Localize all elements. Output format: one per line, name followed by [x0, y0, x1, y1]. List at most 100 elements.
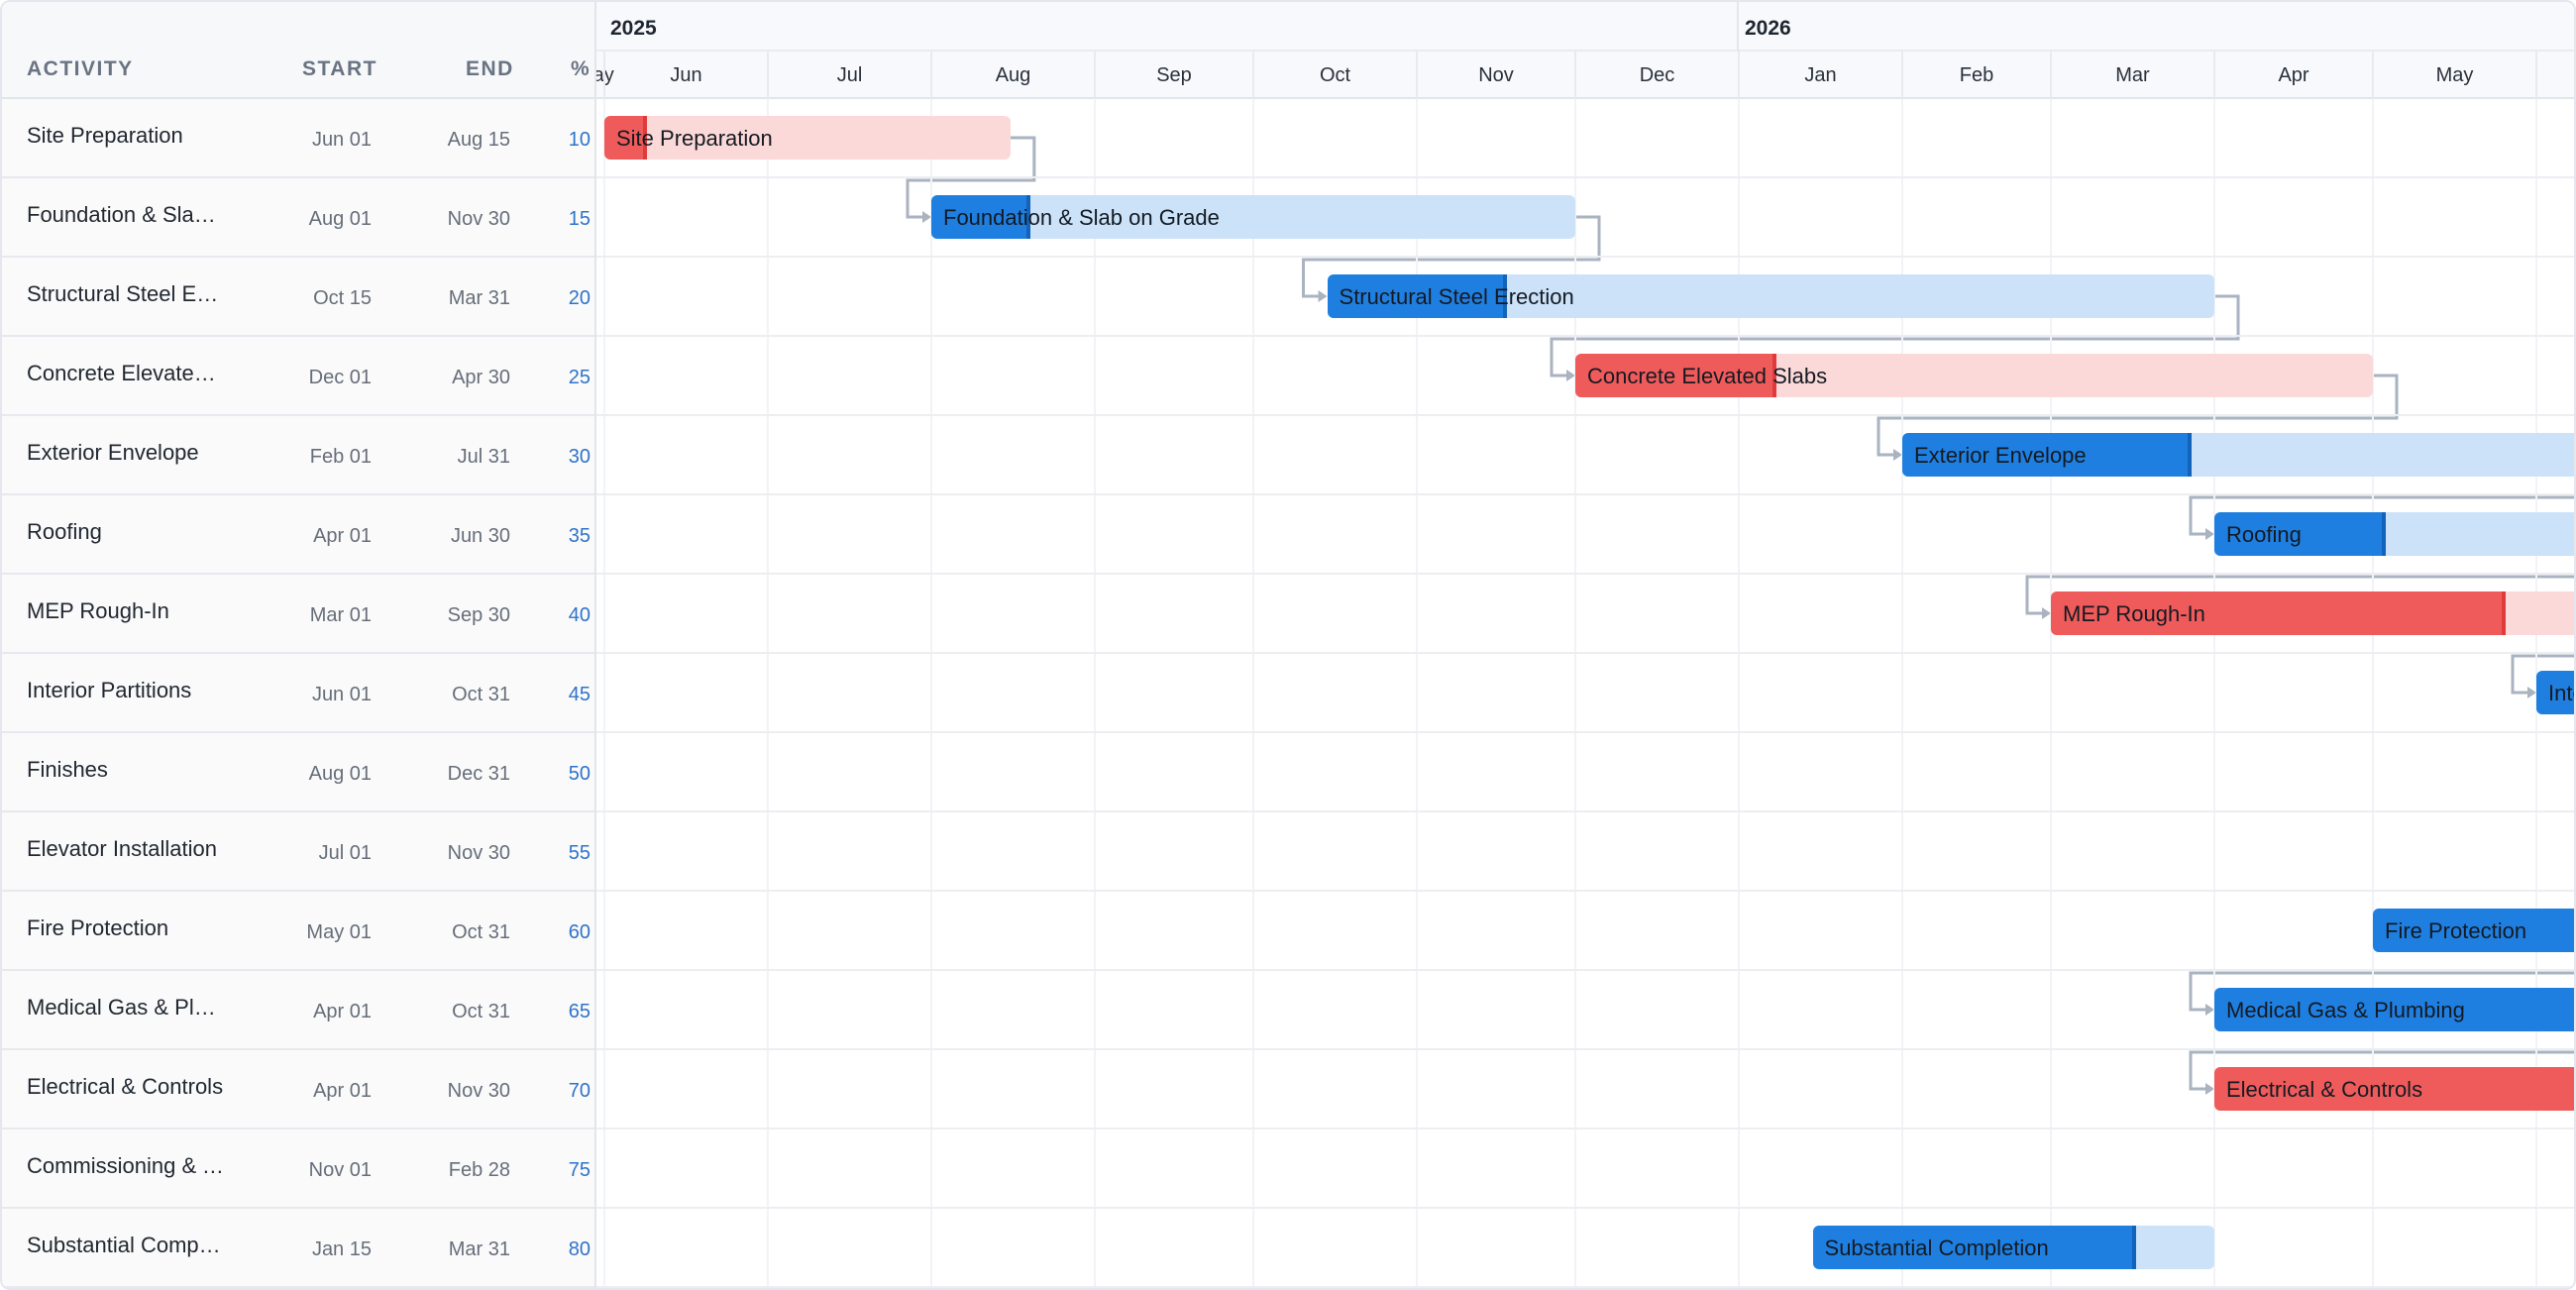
- progress-handle[interactable]: [2187, 433, 2192, 477]
- progress-handle[interactable]: [2131, 1226, 2136, 1269]
- task-bar[interactable]: Electrical & Controls: [2214, 1067, 2574, 1111]
- table-row[interactable]: Elevator Installation Jul 01 Nov 30 55: [2, 812, 594, 892]
- column-header-percent[interactable]: %: [571, 57, 590, 81]
- task-bar[interactable]: MEP Rough-In: [2051, 591, 2574, 635]
- percent-complete-cell: 40: [568, 604, 590, 626]
- grid-horizontal-line: [596, 1128, 2574, 1129]
- table-row[interactable]: Finishes Aug 01 Dec 31 50: [2, 733, 594, 812]
- gantt-app: ACTIVITY START END % Site Preparation Jun…: [0, 0, 2576, 1290]
- dependency-arrowhead: [1318, 290, 1328, 302]
- activity-name-cell: MEP Rough-In: [27, 598, 169, 623]
- grid-horizontal-line: [596, 810, 2574, 812]
- start-date-cell: Nov 01: [308, 1159, 372, 1181]
- task-bar-label: Roofing: [2226, 522, 2302, 547]
- end-date-cell: Nov 30: [447, 842, 510, 864]
- end-date-cell: Apr 30: [452, 367, 510, 388]
- activity-name-cell: Finishes: [27, 757, 108, 782]
- grid-horizontal-line: [596, 335, 2574, 337]
- task-bar[interactable]: Fire Protection: [2373, 909, 2574, 952]
- table-row[interactable]: Fire Protection May 01 Oct 31 60: [2, 892, 594, 971]
- table-row[interactable]: Structural Steel Ere… Oct 15 Mar 31 20: [2, 258, 594, 337]
- activity-name-cell: Electrical & Controls: [27, 1074, 224, 1099]
- month-separator: [2535, 52, 2537, 99]
- grid-horizontal-line: [596, 652, 2574, 654]
- table-row[interactable]: Commissioning & T… Nov 01 Feb 28 75: [2, 1129, 594, 1209]
- start-date-cell: Mar 01: [309, 604, 372, 626]
- activity-grid: ACTIVITY START END % Site Preparation Jun…: [2, 2, 596, 1288]
- task-bar[interactable]: Structural Steel Erection: [1327, 274, 2214, 318]
- end-date-cell: Sep 30: [447, 604, 510, 626]
- percent-complete-cell: 70: [568, 1080, 590, 1102]
- task-bar[interactable]: Interior Partitions: [2536, 671, 2574, 714]
- grid-horizontal-line: [596, 493, 2574, 495]
- percent-complete-cell: 80: [568, 1238, 590, 1260]
- task-bar[interactable]: Exterior Envelope: [1902, 433, 2574, 477]
- task-bar-label: Electrical & Controls: [2226, 1077, 2423, 1102]
- percent-complete-cell: 45: [568, 684, 590, 705]
- start-date-cell: Jun 01: [311, 684, 372, 705]
- grid-horizontal-line: [596, 1207, 2574, 1209]
- month-label: Jul: [836, 64, 863, 86]
- activity-name-cell: Commissioning & T…: [27, 1153, 225, 1178]
- task-bar-label: Fire Protection: [2385, 918, 2527, 943]
- table-row[interactable]: Electrical & Controls Apr 01 Nov 30 70: [2, 1050, 594, 1129]
- progress-handle[interactable]: [2501, 591, 2506, 635]
- end-date-cell: Mar 31: [448, 1238, 510, 1260]
- table-row[interactable]: Exterior Envelope Feb 01 Jul 31 30: [2, 416, 594, 495]
- grid-horizontal-line: [596, 890, 2574, 892]
- activity-name-cell: Foundation & Slab …: [27, 202, 225, 227]
- grid-horizontal-line: [596, 414, 2574, 416]
- column-header-start[interactable]: START: [302, 57, 377, 81]
- table-row[interactable]: Medical Gas & Plu… Apr 01 Oct 31 65: [2, 971, 594, 1050]
- start-date-cell: Apr 01: [313, 1001, 372, 1022]
- task-bar[interactable]: Foundation & Slab on Grade: [931, 195, 1575, 239]
- activity-name-cell: Roofing: [27, 519, 102, 544]
- progress-handle[interactable]: [2381, 512, 2386, 556]
- activity-name-cell: Concrete Elevated …: [27, 361, 225, 385]
- table-row[interactable]: Roofing Apr 01 Jun 30 35: [2, 495, 594, 575]
- task-bar[interactable]: Medical Gas & Plumbing: [2214, 988, 2574, 1031]
- task-bar-label: Exterior Envelope: [1914, 443, 2087, 468]
- percent-complete-cell: 30: [568, 446, 590, 468]
- task-bar[interactable]: Substantial Completion: [1812, 1226, 2214, 1269]
- table-row[interactable]: Concrete Elevated … Dec 01 Apr 30 25: [2, 337, 594, 416]
- start-date-cell: Aug 01: [308, 763, 372, 785]
- column-header-activity[interactable]: ACTIVITY: [27, 57, 134, 81]
- year-separator: [1737, 2, 1739, 52]
- activity-name-cell: Elevator Installation: [27, 836, 217, 861]
- start-date-cell: Aug 01: [308, 208, 372, 230]
- percent-complete-cell: 50: [568, 763, 590, 785]
- task-bar[interactable]: Roofing: [2214, 512, 2574, 556]
- end-date-cell: Aug 15: [447, 129, 510, 151]
- timeline-pane[interactable]: 2025 2026 May Jun Jul Aug Sep Oct Nov Dec Jan Feb M…: [596, 2, 2574, 1288]
- grid-vertical-line: [1094, 99, 1096, 1288]
- year-label: 2026: [1745, 17, 1791, 40]
- table-row[interactable]: Foundation & Slab … Aug 01 Nov 30 15: [2, 178, 594, 258]
- table-row[interactable]: MEP Rough-In Mar 01 Sep 30 40: [2, 575, 594, 654]
- start-date-cell: Jan 15: [311, 1238, 372, 1260]
- task-bar[interactable]: Site Preparation: [604, 116, 1011, 160]
- end-date-cell: Oct 31: [452, 684, 510, 705]
- table-row[interactable]: Substantial Comple… Jan 15 Mar 31 80: [2, 1209, 594, 1288]
- activity-name-cell: Substantial Comple…: [27, 1233, 225, 1257]
- month-label: Oct: [1319, 64, 1351, 86]
- grid-header: ACTIVITY START END %: [2, 2, 594, 99]
- start-date-cell: Dec 01: [308, 367, 372, 388]
- percent-complete-cell: 25: [568, 367, 590, 388]
- task-bar[interactable]: Concrete Elevated Slabs: [1575, 354, 2373, 397]
- month-label: Dec: [1639, 64, 1675, 86]
- end-date-cell: Nov 30: [447, 1080, 510, 1102]
- year-header: 2025 2026: [596, 2, 2574, 52]
- start-date-cell: Oct 15: [313, 287, 372, 309]
- task-bar-label: Site Preparation: [616, 126, 773, 151]
- table-row[interactable]: Site Preparation Jun 01 Aug 15 10: [2, 99, 594, 178]
- start-date-cell: Jun 01: [311, 129, 372, 151]
- month-label: Mar: [2115, 64, 2150, 86]
- end-date-cell: Oct 31: [452, 921, 510, 943]
- task-bar-label: Foundation & Slab on Grade: [943, 205, 1220, 230]
- start-date-cell: Jul 01: [318, 842, 372, 864]
- column-header-end[interactable]: END: [466, 57, 514, 81]
- table-row[interactable]: Interior Partitions Jun 01 Oct 31 45: [2, 654, 594, 733]
- activity-name-cell: Medical Gas & Plu…: [27, 995, 225, 1020]
- task-bar-label: Substantial Completion: [1824, 1236, 2049, 1260]
